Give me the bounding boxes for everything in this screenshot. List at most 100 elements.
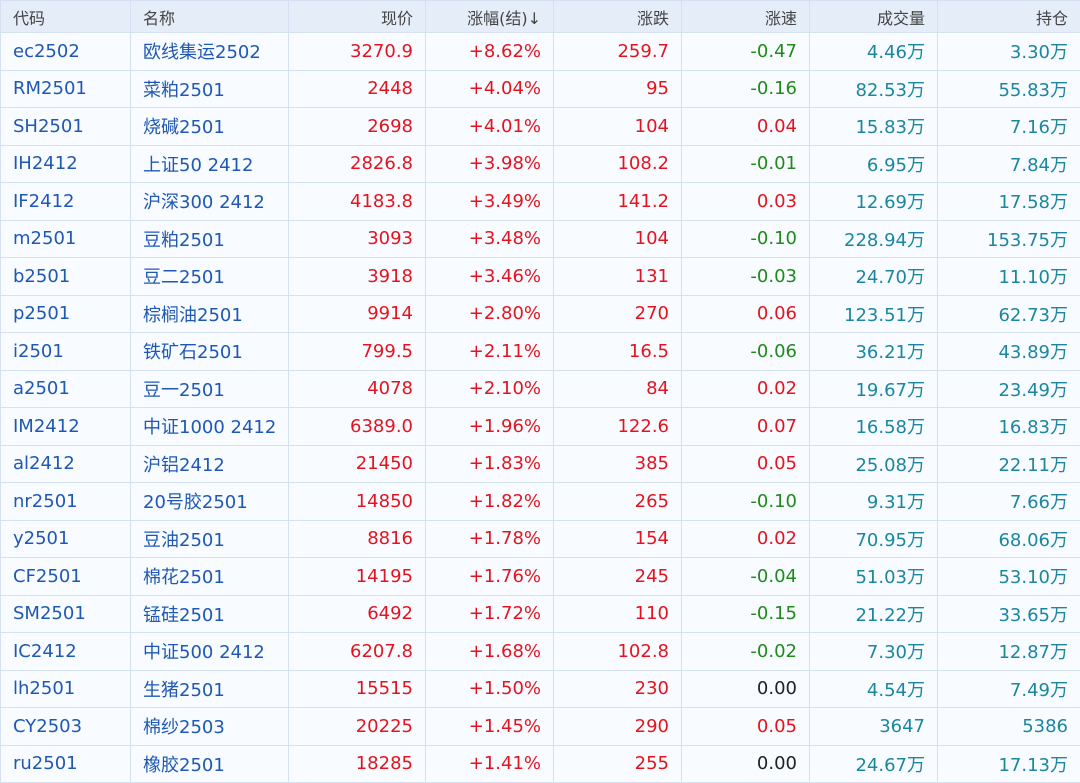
cell-name[interactable]: 烧碱2501 [131,108,289,146]
cell-change-pct: +3.48% [426,220,554,258]
cell-code[interactable]: IM2412 [1,408,131,446]
column-header-price[interactable]: 现价 [289,1,426,33]
cell-name[interactable]: 沪铝2412 [131,445,289,483]
cell-speed: 0.00 [682,670,810,708]
cell-code[interactable]: ru2501 [1,745,131,783]
cell-code[interactable]: SH2501 [1,108,131,146]
cell-change: 270 [554,295,682,333]
cell-volume: 51.03万 [810,558,938,596]
cell-code[interactable]: m2501 [1,220,131,258]
cell-name[interactable]: 铁矿石2501 [131,333,289,371]
table-row[interactable]: al2412沪铝241221450+1.83%3850.0525.08万22.1… [1,445,1080,483]
cell-speed: 0.07 [682,408,810,446]
cell-price: 15515 [289,670,426,708]
cell-volume: 82.53万 [810,70,938,108]
cell-code[interactable]: lh2501 [1,670,131,708]
cell-code[interactable]: RM2501 [1,70,131,108]
cell-change: 104 [554,108,682,146]
cell-volume: 15.83万 [810,108,938,146]
cell-change: 122.6 [554,408,682,446]
cell-open-interest: 17.13万 [938,745,1080,783]
cell-change-pct: +8.62% [426,33,554,71]
cell-speed: 0.03 [682,183,810,221]
cell-name[interactable]: 豆二2501 [131,258,289,296]
cell-price: 4183.8 [289,183,426,221]
cell-name[interactable]: 棕榈油2501 [131,295,289,333]
cell-name[interactable]: 沪深300 2412 [131,183,289,221]
cell-code[interactable]: p2501 [1,295,131,333]
table-row[interactable]: y2501豆油25018816+1.78%1540.0270.95万68.06万 [1,520,1080,558]
cell-name[interactable]: 中证1000 2412 [131,408,289,446]
cell-code[interactable]: CY2503 [1,708,131,746]
table-row[interactable]: m2501豆粕25013093+3.48%104-0.10228.94万153.… [1,220,1080,258]
cell-name[interactable]: 上证50 2412 [131,145,289,183]
cell-open-interest: 62.73万 [938,295,1080,333]
cell-name[interactable]: 锰硅2501 [131,595,289,633]
cell-name[interactable]: 欧线集运2502 [131,33,289,71]
table-row[interactable]: IC2412中证500 24126207.8+1.68%102.8-0.027.… [1,633,1080,671]
cell-speed: 0.04 [682,108,810,146]
cell-change-pct: +3.98% [426,145,554,183]
cell-code[interactable]: b2501 [1,258,131,296]
table-row[interactable]: ru2501橡胶250118285+1.41%2550.0024.67万17.1… [1,745,1080,783]
table-row[interactable]: SH2501烧碱25012698+4.01%1040.0415.83万7.16万 [1,108,1080,146]
cell-change-pct: +1.41% [426,745,554,783]
column-header-change-pct[interactable]: 涨幅(结)↓ [426,1,554,33]
table-row[interactable]: IH2412上证50 24122826.8+3.98%108.2-0.016.9… [1,145,1080,183]
cell-change-pct: +3.46% [426,258,554,296]
cell-code[interactable]: CF2501 [1,558,131,596]
column-header-code[interactable]: 代码 [1,1,131,33]
cell-code[interactable]: al2412 [1,445,131,483]
table-row[interactable]: RM2501菜粕25012448+4.04%95-0.1682.53万55.83… [1,70,1080,108]
column-header-speed[interactable]: 涨速 [682,1,810,33]
cell-change: 104 [554,220,682,258]
cell-code[interactable]: ec2502 [1,33,131,71]
cell-name[interactable]: 棉花2501 [131,558,289,596]
table-row[interactable]: nr250120号胶250114850+1.82%265-0.109.31万7.… [1,483,1080,521]
table-row[interactable]: lh2501生猪250115515+1.50%2300.004.54万7.49万 [1,670,1080,708]
cell-name[interactable]: 豆粕2501 [131,220,289,258]
cell-name[interactable]: 20号胶2501 [131,483,289,521]
table-row[interactable]: i2501铁矿石2501799.5+2.11%16.5-0.0636.21万43… [1,333,1080,371]
cell-price: 9914 [289,295,426,333]
cell-name[interactable]: 菜粕2501 [131,70,289,108]
cell-code[interactable]: SM2501 [1,595,131,633]
cell-name[interactable]: 豆油2501 [131,520,289,558]
cell-open-interest: 22.11万 [938,445,1080,483]
cell-code[interactable]: i2501 [1,333,131,371]
cell-code[interactable]: a2501 [1,370,131,408]
column-header-open-interest[interactable]: 持仓 [938,1,1080,33]
table-row[interactable]: p2501棕榈油25019914+2.80%2700.06123.51万62.7… [1,295,1080,333]
cell-code[interactable]: IH2412 [1,145,131,183]
table-row[interactable]: b2501豆二25013918+3.46%131-0.0324.70万11.10… [1,258,1080,296]
cell-price: 3270.9 [289,33,426,71]
table-row[interactable]: CF2501棉花250114195+1.76%245-0.0451.03万53.… [1,558,1080,596]
cell-code[interactable]: y2501 [1,520,131,558]
cell-change-pct: +1.83% [426,445,554,483]
table-row[interactable]: IF2412沪深300 24124183.8+3.49%141.20.0312.… [1,183,1080,221]
cell-name[interactable]: 橡胶2501 [131,745,289,783]
column-header-name[interactable]: 名称 [131,1,289,33]
cell-volume: 25.08万 [810,445,938,483]
cell-code[interactable]: nr2501 [1,483,131,521]
cell-name[interactable]: 棉纱2503 [131,708,289,746]
cell-volume: 24.70万 [810,258,938,296]
cell-code[interactable]: IF2412 [1,183,131,221]
cell-name[interactable]: 中证500 2412 [131,633,289,671]
cell-speed: -0.04 [682,558,810,596]
cell-open-interest: 53.10万 [938,558,1080,596]
column-header-change[interactable]: 涨跌 [554,1,682,33]
table-row[interactable]: a2501豆一25014078+2.10%840.0219.67万23.49万 [1,370,1080,408]
column-header-volume[interactable]: 成交量 [810,1,938,33]
table-row[interactable]: ec2502欧线集运25023270.9+8.62%259.7-0.474.46… [1,33,1080,71]
cell-change: 131 [554,258,682,296]
cell-name[interactable]: 生猪2501 [131,670,289,708]
cell-name[interactable]: 豆一2501 [131,370,289,408]
cell-change: 84 [554,370,682,408]
cell-code[interactable]: IC2412 [1,633,131,671]
table-row[interactable]: IM2412中证1000 24126389.0+1.96%122.60.0716… [1,408,1080,446]
table-row[interactable]: CY2503棉纱250320225+1.45%2900.0536475386 [1,708,1080,746]
table-row[interactable]: SM2501锰硅25016492+1.72%110-0.1521.22万33.6… [1,595,1080,633]
cell-speed: -0.15 [682,595,810,633]
cell-volume: 36.21万 [810,333,938,371]
